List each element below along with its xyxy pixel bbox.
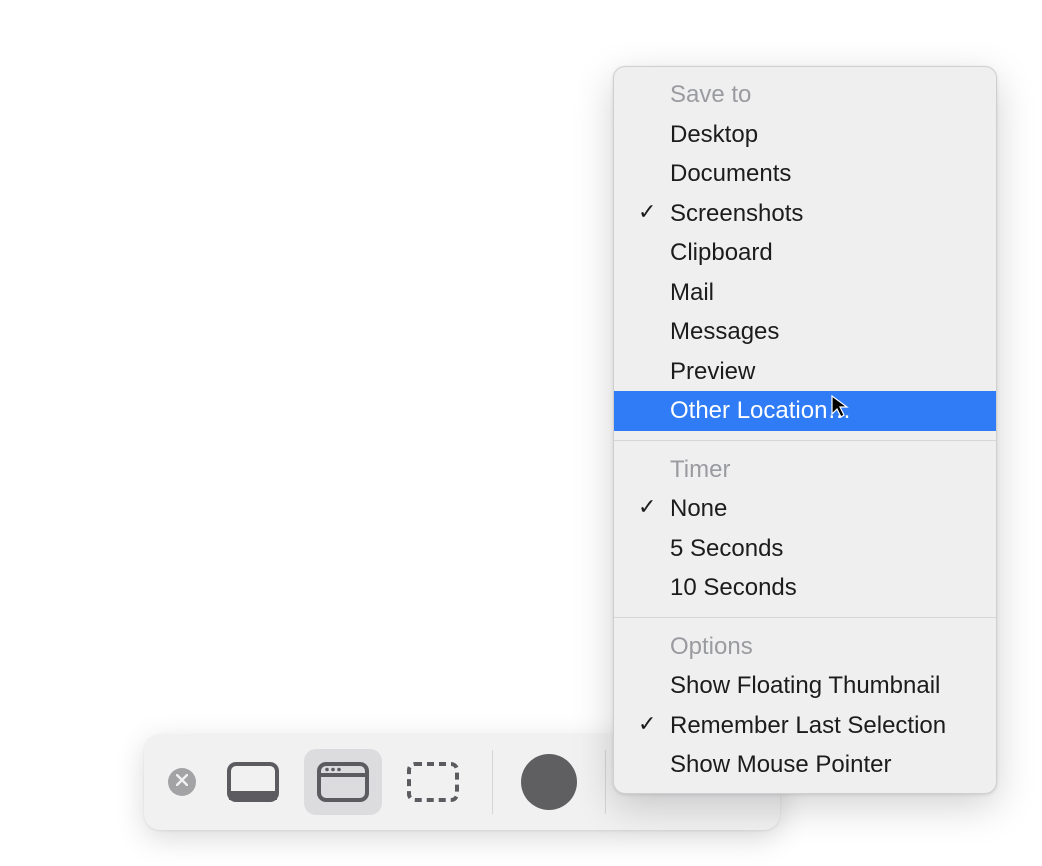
- menu-item-timer-10s[interactable]: 10 Seconds: [614, 568, 996, 608]
- menu-item-clipboard[interactable]: Clipboard: [614, 233, 996, 273]
- menu-item-label: None: [670, 495, 727, 522]
- close-icon: [176, 773, 188, 791]
- menu-item-show-pointer[interactable]: Show Mouse Pointer: [614, 745, 996, 785]
- toolbar-divider: [492, 750, 493, 814]
- menu-item-label: Show Mouse Pointer: [670, 751, 891, 778]
- menu-item-other-location[interactable]: Other Location…: [614, 391, 996, 431]
- screen-icon: [226, 761, 280, 803]
- menu-item-label: Remember Last Selection: [670, 712, 946, 739]
- menu-item-remember-selection[interactable]: ✓ Remember Last Selection: [614, 706, 996, 746]
- menu-item-label: Screenshots: [670, 200, 803, 227]
- menu-item-label: Mail: [670, 279, 714, 306]
- menu-item-label: Other Location…: [670, 397, 851, 424]
- menu-item-label: Desktop: [670, 121, 758, 148]
- menu-item-mail[interactable]: Mail: [614, 273, 996, 313]
- check-icon: ✓: [638, 708, 656, 741]
- menu-separator: [614, 617, 996, 618]
- toolbar-divider: [605, 750, 606, 814]
- close-button[interactable]: [168, 768, 196, 796]
- menu-item-documents[interactable]: Documents: [614, 154, 996, 194]
- window-icon: [316, 761, 370, 803]
- menu-item-label: 10 Seconds: [670, 574, 797, 601]
- menu-item-label: Messages: [670, 318, 779, 345]
- menu-item-label: Clipboard: [670, 239, 773, 266]
- menu-item-timer-none[interactable]: ✓ None: [614, 489, 996, 529]
- check-icon: ✓: [638, 196, 656, 229]
- menu-item-floating-thumbnail[interactable]: Show Floating Thumbnail: [614, 666, 996, 706]
- menu-item-timer-5s[interactable]: 5 Seconds: [614, 529, 996, 569]
- menu-item-screenshots[interactable]: ✓ Screenshots: [614, 194, 996, 234]
- capture-selection-button[interactable]: [394, 749, 472, 815]
- capture-entire-screen-button[interactable]: [214, 749, 292, 815]
- menu-item-label: Preview: [670, 358, 755, 385]
- menu-item-desktop[interactable]: Desktop: [614, 115, 996, 155]
- menu-section-header-options: Options: [614, 627, 996, 667]
- menu-section-header-saveto: Save to: [614, 75, 996, 115]
- record-button[interactable]: [521, 754, 577, 810]
- menu-item-label: Documents: [670, 160, 791, 187]
- selection-icon: [406, 761, 460, 803]
- menu-item-messages[interactable]: Messages: [614, 312, 996, 352]
- options-menu: Save to Desktop Documents ✓ Screenshots C…: [613, 66, 997, 794]
- menu-separator: [614, 440, 996, 441]
- capture-window-button[interactable]: [304, 749, 382, 815]
- check-icon: ✓: [638, 491, 656, 524]
- menu-section-header-timer: Timer: [614, 450, 996, 490]
- menu-item-label: Show Floating Thumbnail: [670, 672, 940, 699]
- menu-item-label: 5 Seconds: [670, 535, 783, 562]
- menu-item-preview[interactable]: Preview: [614, 352, 996, 392]
